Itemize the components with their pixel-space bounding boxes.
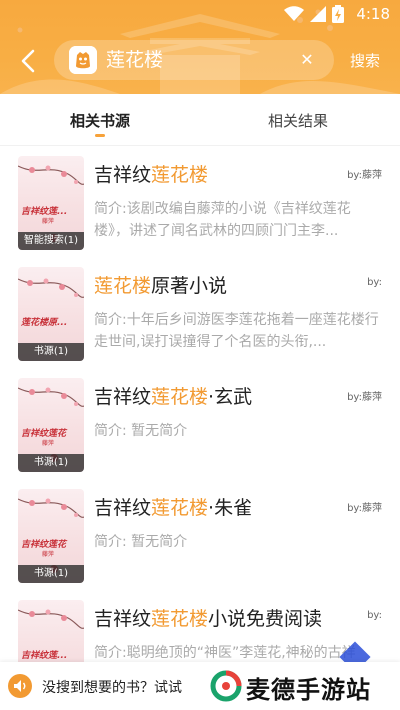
book-title: 吉祥纹莲花楼·玄武 <box>94 386 253 408</box>
cover-author: 藤萍 <box>42 440 55 447</box>
search-button[interactable]: 搜索 <box>350 50 380 71</box>
cover-author: 藤萍 <box>42 218 55 225</box>
title-highlight: 莲花楼 <box>151 386 209 408</box>
search-input[interactable]: 莲花楼 ✕ <box>54 40 334 80</box>
battery-icon <box>332 5 344 23</box>
book-description: 简介:聪明绝顶的“神医”李莲花,神秘的古祥 <box>94 645 356 661</box>
book-title: 吉祥纹莲花楼 <box>94 164 209 186</box>
source-badge: 书源(1) <box>18 454 84 472</box>
book-author: by: <box>367 610 382 621</box>
speaker-icon <box>8 674 32 698</box>
tab-related-sources[interactable]: 相关书源 <box>70 110 130 131</box>
status-time: 4:18 <box>356 5 390 23</box>
request-book-prompt[interactable]: 没搜到想要的书？试试 <box>42 677 202 697</box>
bottom-bar: 没搜到想要的书？试试 麦德手游站 <box>0 662 400 710</box>
watermark-logo-icon <box>210 670 242 702</box>
active-tab-indicator <box>95 134 105 137</box>
title-highlight: 莲花楼 <box>151 164 209 186</box>
cover-title: 莲花楼原... <box>21 318 68 328</box>
book-title: 吉祥纹莲花楼·朱雀 <box>94 497 253 519</box>
book-cover: 吉祥纹莲花 藤萍 书源(1) <box>18 378 84 472</box>
book-description: 简介: 暂无简介 <box>94 423 188 439</box>
book-author: by:藤萍 <box>347 170 382 181</box>
clear-search-button[interactable]: ✕ <box>296 49 318 71</box>
book-title: 莲花楼原著小说 <box>94 275 228 297</box>
book-title: 吉祥纹莲花楼小说免费阅读 <box>94 608 323 630</box>
back-button[interactable] <box>14 46 44 76</box>
header: 4:18 莲花楼 ✕ 搜索 <box>0 0 400 94</box>
status-icons <box>284 5 344 23</box>
search-query: 莲花楼 <box>106 49 164 71</box>
book-cover: 莲花楼原... 书源(1) <box>18 267 84 361</box>
title-highlight: 莲花楼 <box>151 608 209 630</box>
book-cover: 吉祥纹莲花 藤萍 书源(1) <box>18 489 84 583</box>
status-bar: 4:18 <box>0 0 400 28</box>
title-highlight: 莲花楼 <box>151 497 209 519</box>
book-description: 简介: 暂无简介 <box>94 534 188 550</box>
list-item[interactable]: 吉祥纹莲花 藤萍 书源(1) 吉祥纹莲花楼·玄武 by:藤萍 简介: 暂无简介 <box>0 368 400 478</box>
source-badge: 智能搜索(1) <box>18 232 84 250</box>
book-author: by:藤萍 <box>347 503 382 514</box>
back-arrow-icon <box>21 49 35 73</box>
cover-title: 吉祥纹莲... <box>21 651 68 661</box>
book-author: by: <box>367 277 382 288</box>
book-description: 简介:该剧改编自藤萍的小说《吉祥纹莲花楼》，讲述了闻名武林的四顾门门主李... <box>94 201 351 239</box>
book-author: by:藤萍 <box>347 392 382 403</box>
wifi-icon <box>284 6 304 21</box>
tab-related-results[interactable]: 相关结果 <box>268 110 328 131</box>
clear-icon: ✕ <box>300 50 314 69</box>
book-description: 简介:十年后乡间游医李莲花拖着一座莲花楼行走世间,误打误撞得了个名医的头衔,..… <box>94 312 379 350</box>
title-highlight: 莲花楼 <box>94 275 152 297</box>
source-badge: 书源(1) <box>18 565 84 583</box>
result-tabs: 相关书源 相关结果 <box>0 94 400 146</box>
signal-icon <box>310 6 326 22</box>
cover-author: 藤萍 <box>42 551 55 558</box>
source-badge: 书源(1) <box>18 343 84 361</box>
list-item[interactable]: 莲花楼原... 书源(1) 莲花楼原著小说 by: 简介:十年后乡间游医李莲花拖… <box>0 257 400 367</box>
list-item[interactable]: 吉祥纹莲... 藤萍 智能搜索(1) 吉祥纹莲花楼 by:藤萍 简介:该剧改编自… <box>0 146 400 256</box>
watermark-text: 麦德手游站 <box>246 676 371 704</box>
app-logo-icon <box>69 46 97 74</box>
list-item[interactable]: 吉祥纹莲花 藤萍 书源(1) 吉祥纹莲花楼·朱雀 by:藤萍 简介: 暂无简介 <box>0 479 400 589</box>
book-cover: 吉祥纹莲... 藤萍 智能搜索(1) <box>18 156 84 250</box>
